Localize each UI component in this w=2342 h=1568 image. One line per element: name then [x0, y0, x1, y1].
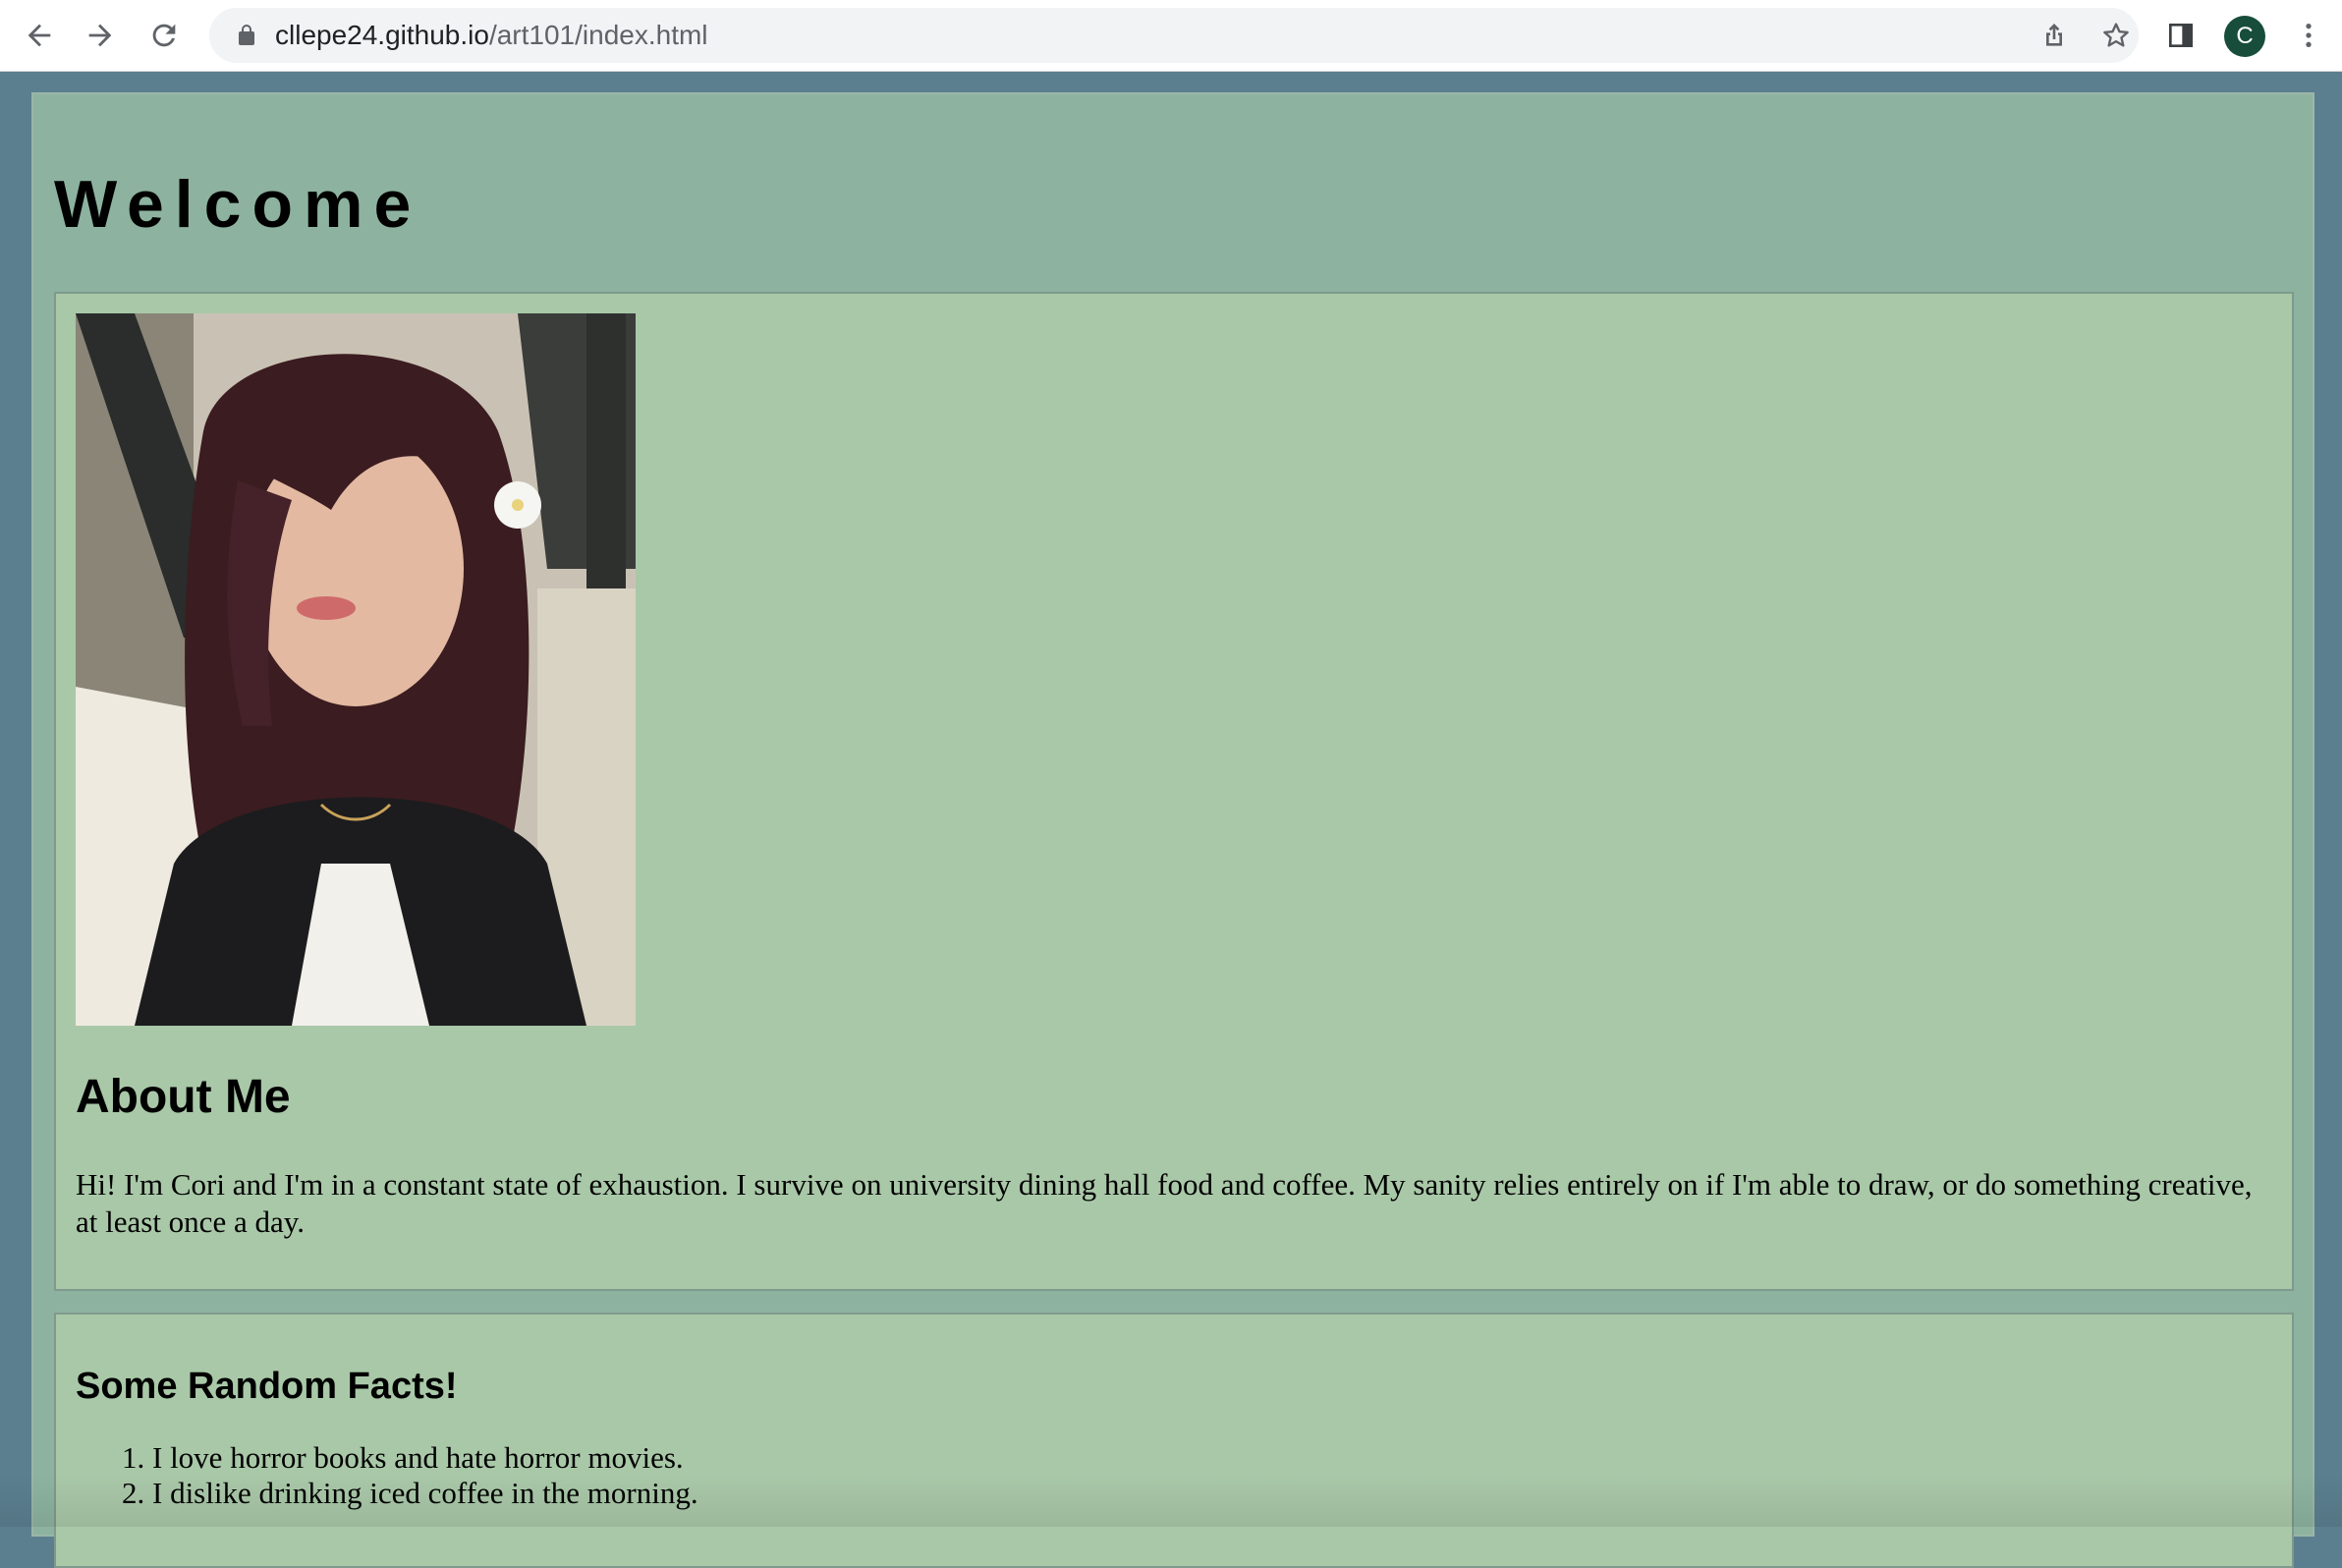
about-paragraph: Hi! I'm Cori and I'm in a constant state…	[76, 1167, 2253, 1239]
profile-avatar[interactable]: C	[2224, 16, 2265, 57]
side-panel-icon[interactable]	[2165, 20, 2197, 51]
reload-icon	[152, 24, 176, 47]
browser-toolbar: cllepe24.github.io/art101/index.html C	[0, 0, 2342, 72]
url-host: cllepe24.github.io	[275, 20, 489, 50]
arrow-left-icon	[28, 24, 51, 47]
about-heading: About Me	[76, 1071, 291, 1123]
arrow-right-icon	[88, 24, 112, 47]
url-path: /art101/index.html	[488, 20, 708, 50]
forward-button[interactable]	[79, 14, 122, 57]
url-text[interactable]: cllepe24.github.io/art101/index.html	[275, 20, 708, 51]
address-bar[interactable]: cllepe24.github.io/art101/index.html	[209, 8, 2139, 63]
facts-list: I love horror books and hate horror movi…	[76, 1440, 698, 1511]
page-title: Welcome	[54, 167, 422, 242]
about-card: About Me Hi! I'm Cori and I'm in a const…	[54, 292, 2294, 1291]
star-icon[interactable]	[2100, 20, 2132, 51]
facts-card: Some Random Facts! I love horror books a…	[54, 1313, 2294, 1568]
lock-icon	[239, 25, 254, 45]
share-icon[interactable]	[2038, 20, 2070, 51]
list-item: I love horror books and hate horror movi…	[152, 1440, 698, 1476]
list-item: I dislike drinking iced coffee in the mo…	[152, 1476, 698, 1511]
reload-button[interactable]	[142, 14, 186, 57]
page-container: Welcome About Me Hi! I'm Cori and I'm in…	[31, 92, 2314, 1568]
back-button[interactable]	[18, 14, 61, 57]
profile-photo	[76, 313, 636, 1026]
kebab-menu-icon[interactable]	[2293, 18, 2324, 53]
facts-heading: Some Random Facts!	[76, 1366, 458, 1407]
